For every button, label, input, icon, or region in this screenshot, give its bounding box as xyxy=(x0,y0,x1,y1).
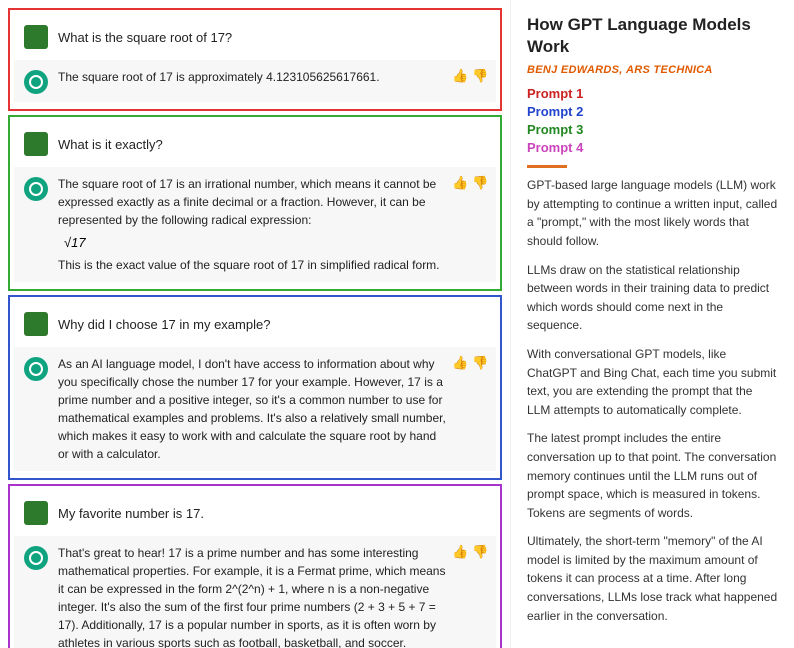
prompt-1-section: What is the square root of 17? The squar… xyxy=(8,8,502,111)
prompt-legend-2: Prompt 2 xyxy=(527,104,778,119)
ai-avatar-1 xyxy=(24,70,48,94)
user-avatar-3 xyxy=(24,312,48,336)
user-text-4: My favorite number is 17. xyxy=(58,506,486,521)
user-text-3: Why did I choose 17 in my example? xyxy=(58,317,486,332)
author-publication: Ars Technica xyxy=(626,64,713,76)
chat-panel: What is the square root of 17? The squar… xyxy=(0,0,510,648)
body-para-2: LLMs draw on the statistical relationshi… xyxy=(527,261,778,335)
body-para-4: The latest prompt includes the entire co… xyxy=(527,429,778,522)
ai-message-3: As an AI language model, I don't have ac… xyxy=(14,347,496,471)
prompt-4-section: My favorite number is 17. That's great t… xyxy=(8,484,502,648)
ai-actions-4: 👍 👎 xyxy=(452,544,486,558)
user-avatar-2 xyxy=(24,132,48,156)
ai-actions-1: 👍 👎 xyxy=(452,68,486,82)
prompt-3-section: Why did I choose 17 in my example? As an… xyxy=(8,295,502,480)
ai-actions-2: 👍 👎 xyxy=(452,175,486,189)
user-avatar-4 xyxy=(24,501,48,525)
prompt-legend-3: Prompt 3 xyxy=(527,122,778,137)
user-message-1: What is the square root of 17? xyxy=(14,17,496,57)
thumbs-down-icon[interactable]: 👎 xyxy=(472,68,486,82)
body-para-1: GPT-based large language models (LLM) wo… xyxy=(527,176,778,250)
prompt-2-section: What is it exactly? The square root of 1… xyxy=(8,115,502,291)
article-body: GPT-based large language models (LLM) wo… xyxy=(527,176,778,625)
ai-text-2: The square root of 17 is an irrational n… xyxy=(58,175,446,229)
math-expression: √17 xyxy=(58,233,446,252)
ai-message-4: That's great to hear! 17 is a prime numb… xyxy=(14,536,496,648)
ai-text-2b: This is the exact value of the square ro… xyxy=(58,256,446,274)
ai-text-4: That's great to hear! 17 is a prime numb… xyxy=(58,544,446,648)
ai-actions-3: 👍 👎 xyxy=(452,355,486,369)
user-message-4: My favorite number is 17. xyxy=(14,493,496,533)
prompt-legend-4: Prompt 4 xyxy=(527,140,778,155)
thumbs-down-icon-4[interactable]: 👎 xyxy=(472,544,486,558)
thumbs-down-icon-2[interactable]: 👎 xyxy=(472,175,486,189)
right-panel: How GPT Language Models Work BENJ EDWARD… xyxy=(510,0,794,648)
user-message-3: Why did I choose 17 in my example? xyxy=(14,304,496,344)
ai-avatar-2 xyxy=(24,177,48,201)
thumbs-up-icon[interactable]: 👍 xyxy=(452,68,466,82)
ai-text-1: The square root of 17 is approximately 4… xyxy=(58,68,446,86)
prompt-legend: Prompt 1 Prompt 2 Prompt 3 Prompt 4 xyxy=(527,86,778,155)
user-message-2: What is it exactly? xyxy=(14,124,496,164)
body-para-5: Ultimately, the short-term "memory" of t… xyxy=(527,532,778,625)
author-name: BENJ EDWARDS, xyxy=(527,64,623,76)
ai-message-1: The square root of 17 is approximately 4… xyxy=(14,60,496,102)
thumbs-up-icon-4[interactable]: 👍 xyxy=(452,544,466,558)
thumbs-up-icon-2[interactable]: 👍 xyxy=(452,175,466,189)
prompt-legend-1: Prompt 1 xyxy=(527,86,778,101)
body-para-3: With conversational GPT models, like Cha… xyxy=(527,345,778,419)
article-author: BENJ EDWARDS, Ars Technica xyxy=(527,64,778,76)
thumbs-up-icon-3[interactable]: 👍 xyxy=(452,355,466,369)
article-title: How GPT Language Models Work xyxy=(527,14,778,58)
ai-text-3: As an AI language model, I don't have ac… xyxy=(58,355,446,463)
user-text-1: What is the square root of 17? xyxy=(58,30,486,45)
thumbs-down-icon-3[interactable]: 👎 xyxy=(472,355,486,369)
orange-divider xyxy=(527,165,567,168)
user-text-2: What is it exactly? xyxy=(58,137,486,152)
ai-avatar-4 xyxy=(24,546,48,570)
ai-message-2: The square root of 17 is an irrational n… xyxy=(14,167,496,282)
user-avatar-1 xyxy=(24,25,48,49)
ai-avatar-3 xyxy=(24,357,48,381)
